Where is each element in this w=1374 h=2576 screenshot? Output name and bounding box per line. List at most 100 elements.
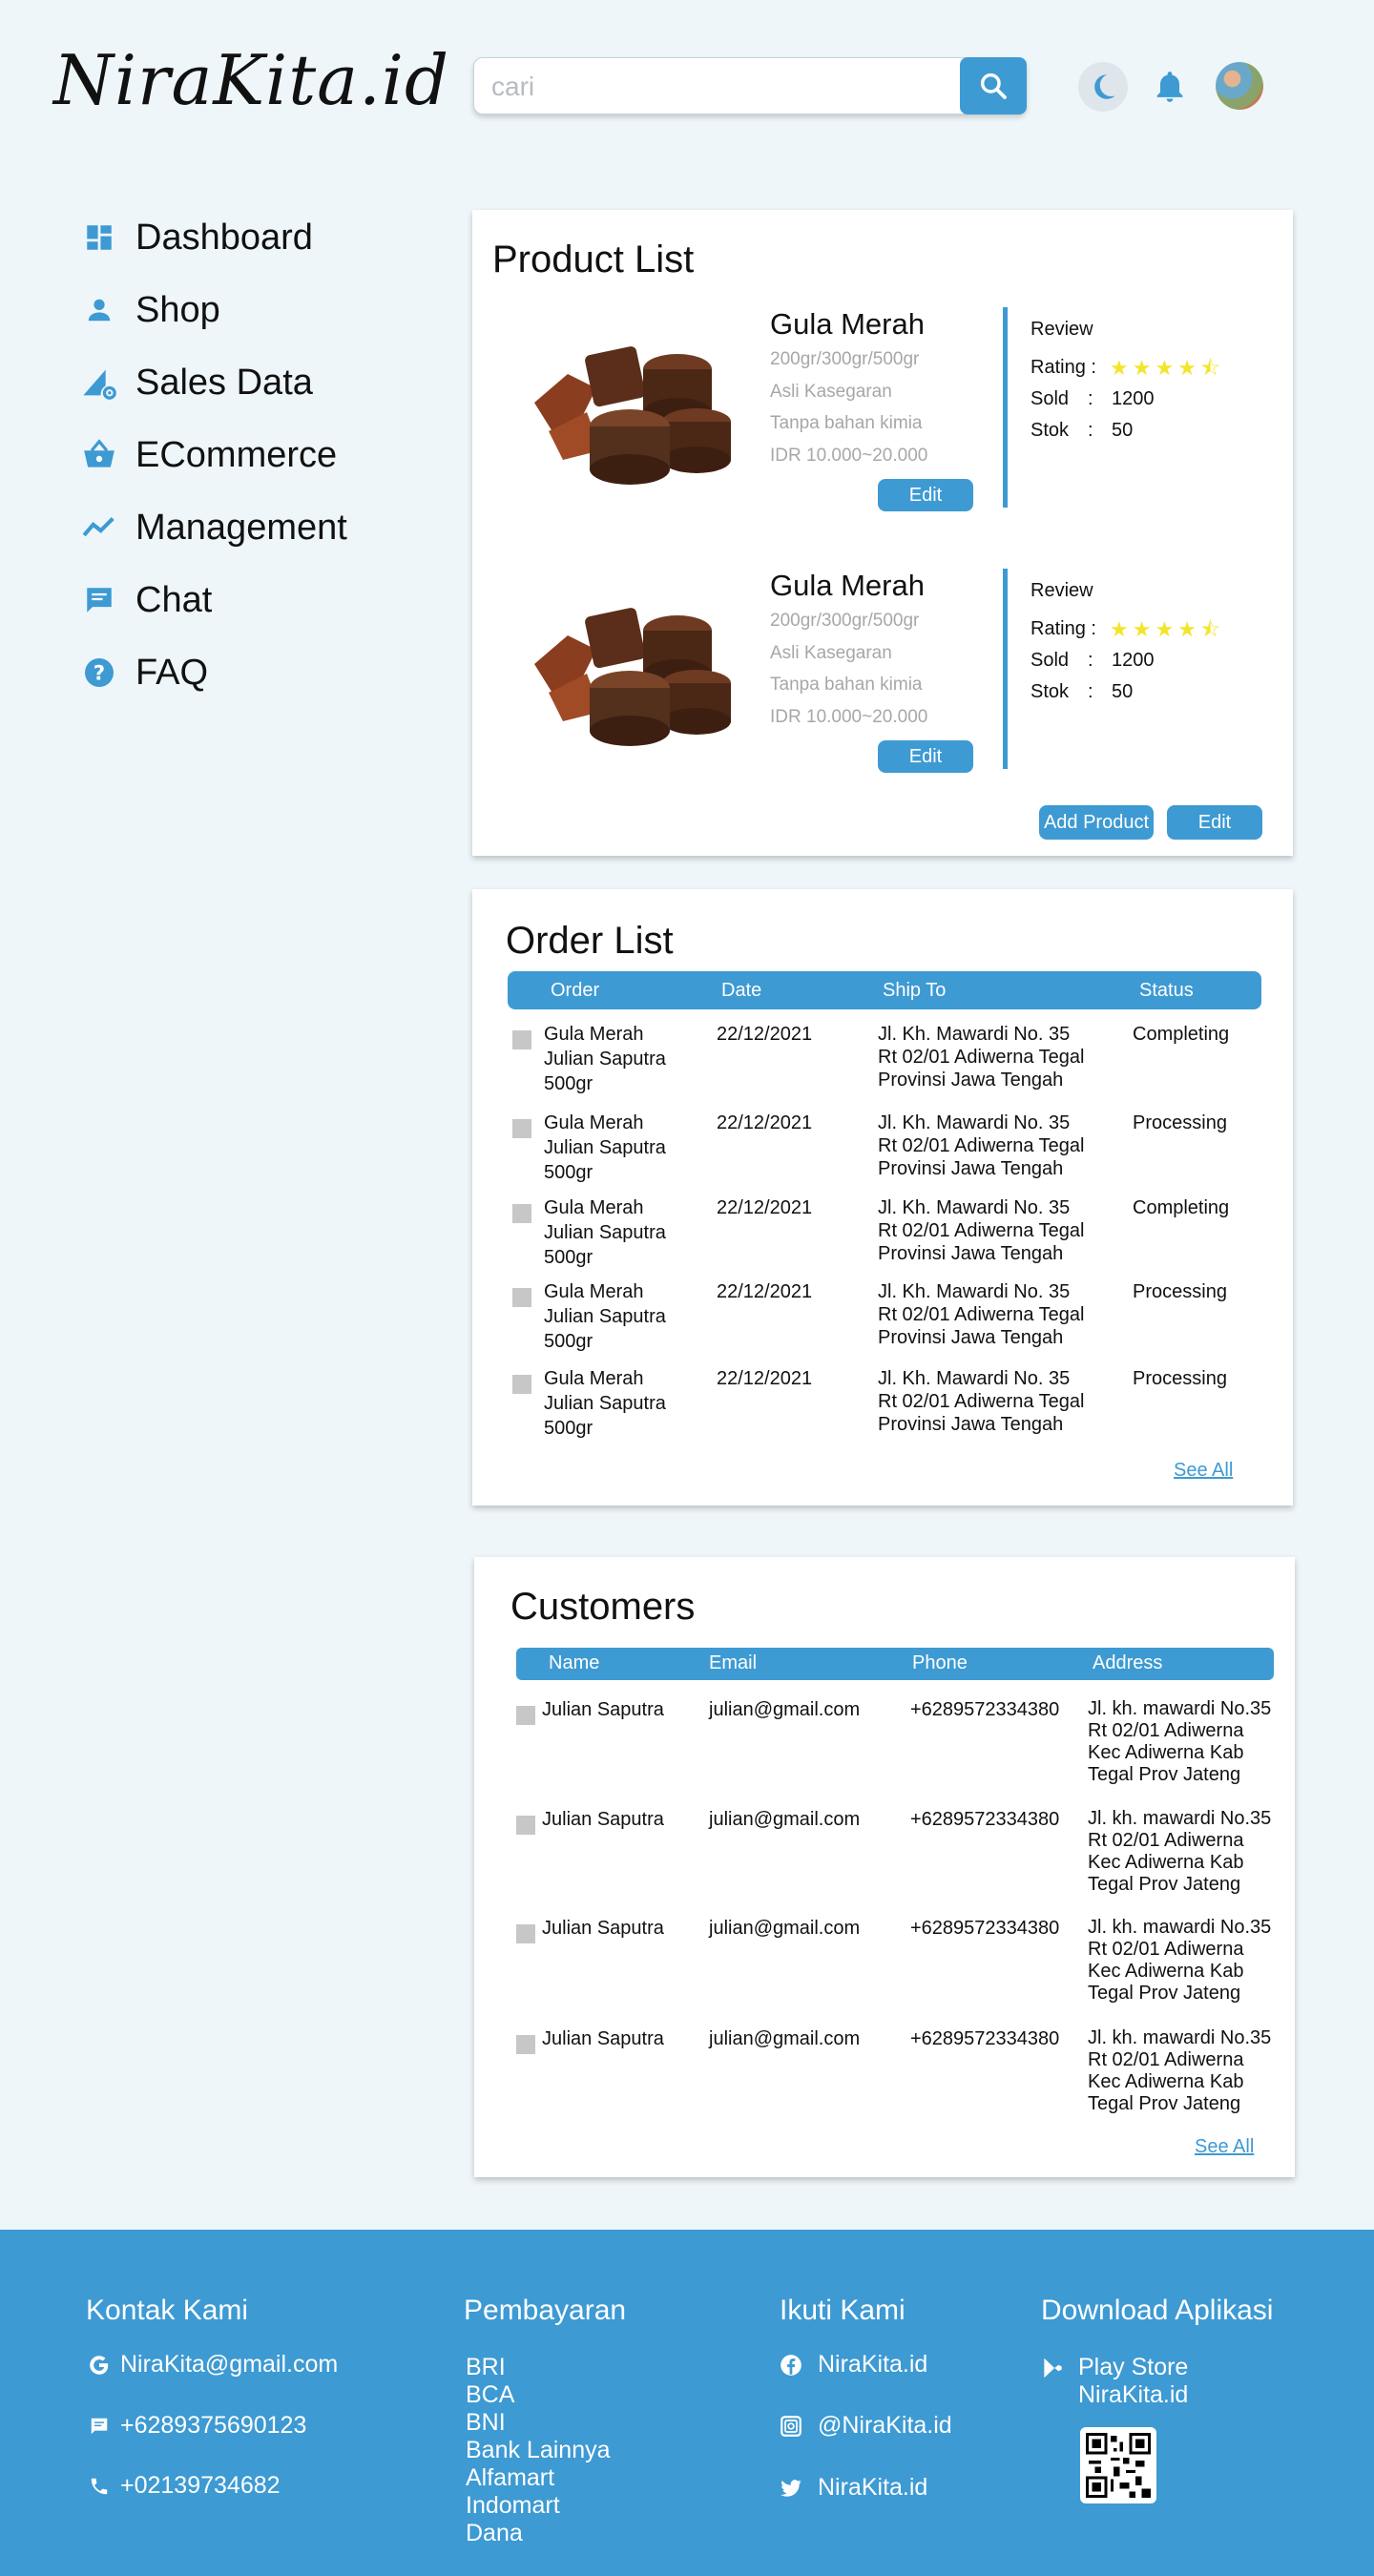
sidebar-item-dashboard[interactable]: Dashboard — [78, 216, 347, 260]
star-icon: ★ — [1155, 356, 1175, 380]
twitter-link[interactable]: NiraKita.id — [778, 2474, 927, 2502]
divider — [1003, 307, 1008, 508]
row-checkbox[interactable] — [512, 1288, 531, 1307]
sidebar-item-ecommerce[interactable]: ECommerce — [78, 433, 347, 477]
edit-product-button[interactable]: Edit — [878, 740, 973, 773]
see-all-customers-link[interactable]: See All — [1195, 2136, 1254, 2158]
column-header[interactable]: Phone — [912, 1652, 968, 1674]
facebook-handle: NiraKita.id — [818, 2351, 928, 2378]
dark-mode-toggle[interactable] — [1078, 62, 1128, 112]
table-row[interactable]: Julian Saputra julian@gmail.com +628957233… — [516, 1698, 1280, 1790]
rating-stars: ★ ★ ★ ★ ⯪ — [1110, 619, 1220, 640]
contact-phone-text: +02139734682 — [120, 2472, 281, 2499]
row-checkbox[interactable] — [512, 1204, 531, 1223]
order-ship-to: Jl. Kh. Mawardi No. 35 Rt 02/01 Adiwerna … — [878, 1023, 1084, 1091]
customer-email: julian@gmail.com — [709, 1918, 861, 1939]
table-row[interactable]: Julian Saputra julian@gmail.com +628957233… — [516, 2027, 1280, 2119]
chat-icon — [78, 579, 120, 621]
app-logo[interactable]: NiraKita.id — [53, 40, 449, 120]
table-row[interactable]: Julian Saputra julian@gmail.com +628957233… — [516, 1808, 1280, 1900]
column-header[interactable]: Date — [721, 980, 761, 1002]
product-description: Tanpa bahan kimia — [770, 413, 923, 433]
payment-heading: Pembayaran — [464, 2295, 627, 2326]
row-checkbox[interactable] — [512, 1030, 531, 1049]
table-row[interactable]: Julian Saputra julian@gmail.com +628957233… — [516, 1917, 1280, 2008]
search-input[interactable] — [491, 68, 949, 106]
ship-line: Jl. Kh. Mawardi No. 35 — [878, 1024, 1071, 1045]
table-row[interactable]: Gula Merah Julian Saputra 500gr 22/12/2021 J… — [512, 1280, 1266, 1357]
ship-line: Rt 02/01 Adiwerna Tegal — [878, 1304, 1085, 1325]
sold-value: 1200 — [1112, 650, 1155, 671]
row-checkbox[interactable] — [516, 1706, 535, 1725]
table-row[interactable]: Gula Merah Julian Saputra 500gr 22/12/2021 J… — [512, 1111, 1266, 1188]
row-checkbox[interactable] — [516, 1816, 535, 1835]
see-all-orders-link[interactable]: See All — [1174, 1460, 1233, 1482]
edit-product-button[interactable]: Edit — [878, 479, 973, 511]
bell-icon — [1156, 72, 1183, 102]
sidebar-item-shop[interactable]: Shop — [78, 288, 347, 332]
address-line: Jl. kh. mawardi No.35 — [1088, 2027, 1272, 2048]
avatar[interactable] — [1216, 62, 1263, 110]
payment-method: Dana — [466, 2520, 523, 2546]
qr-code — [1080, 2427, 1156, 2503]
order-date: 22/12/2021 — [717, 1368, 813, 1389]
table-row[interactable]: Gula Merah Julian Saputra 500gr 22/12/2021 J… — [512, 1023, 1266, 1099]
sidebar-item-management[interactable]: Management — [78, 506, 347, 550]
order-customer: Julian Saputra — [544, 1393, 666, 1414]
sidebar: Dashboard Shop Sales Data ECommerce Mana… — [78, 216, 347, 723]
product-list-title: Product List — [492, 239, 695, 280]
contact-sms[interactable]: +6289375690123 — [86, 2412, 306, 2440]
basket-icon — [78, 434, 120, 476]
ship-line: Jl. Kh. Mawardi No. 35 — [878, 1368, 1071, 1389]
contact-email[interactable]: NiraKita@gmail.com — [86, 2351, 338, 2379]
order-status: Processing — [1133, 1112, 1227, 1133]
column-header[interactable]: Address — [1093, 1652, 1162, 1674]
facebook-link[interactable]: NiraKita.id — [778, 2351, 927, 2379]
notification-button[interactable] — [1145, 62, 1195, 112]
address-line: Tegal Prov Jateng — [1088, 1983, 1241, 2004]
star-icon: ★ — [1132, 356, 1152, 380]
order-status: Processing — [1133, 1368, 1227, 1389]
edit-button[interactable]: Edit — [1167, 805, 1262, 840]
trend-line-icon — [78, 507, 120, 549]
row-checkbox[interactable] — [516, 1924, 535, 1943]
sidebar-item-chat[interactable]: Chat — [78, 578, 347, 622]
product-price: IDR 10.000~20.000 — [770, 446, 928, 466]
add-product-button[interactable]: Add Product — [1039, 805, 1154, 840]
order-weight: 500gr — [544, 1162, 593, 1183]
sidebar-item-faq[interactable]: ? FAQ — [78, 651, 347, 695]
facebook-icon — [778, 2352, 804, 2379]
ship-line: Provinsi Jawa Tengah — [878, 1070, 1064, 1091]
search-button[interactable] — [960, 57, 1027, 114]
address-line: Rt 02/01 Adiwerna — [1088, 1830, 1244, 1851]
row-checkbox[interactable] — [512, 1119, 531, 1138]
column-header[interactable]: Status — [1139, 980, 1194, 1002]
stock-separator: : — [1088, 420, 1093, 441]
customer-address: Jl. kh. mawardi No.35 Rt 02/01 Adiwerna Ke… — [1088, 1917, 1271, 2005]
table-row[interactable]: Gula Merah Julian Saputra 500gr 22/12/2021 J… — [512, 1196, 1266, 1273]
product-name: Gula Merah — [770, 569, 925, 602]
product-item: Gula Merah 200gr/300gr/500gr Asli Kasega… — [530, 307, 1274, 527]
column-header[interactable]: Email — [709, 1652, 757, 1674]
payment-method: BNI — [466, 2409, 506, 2436]
ship-line: Rt 02/01 Adiwerna Tegal — [878, 1047, 1085, 1068]
address-line: Jl. kh. mawardi No.35 — [1088, 1917, 1272, 1938]
payment-method: Alfamart — [466, 2464, 555, 2491]
row-checkbox[interactable] — [516, 2035, 535, 2054]
sidebar-item-sales-data[interactable]: Sales Data — [78, 361, 347, 405]
table-row[interactable]: Gula Merah Julian Saputra 500gr 22/12/2021 J… — [512, 1367, 1266, 1444]
column-header[interactable]: Ship To — [883, 980, 946, 1002]
customer-email: julian@gmail.com — [709, 1699, 861, 1720]
order-date: 22/12/2021 — [717, 1112, 813, 1133]
order-table-header: Order Date Ship To Status — [508, 971, 1261, 1009]
payment-method: Indomart — [466, 2492, 560, 2519]
order-product: Gula Merah — [544, 1281, 644, 1302]
order-weight: 500gr — [544, 1418, 593, 1439]
column-header[interactable]: Name — [549, 1652, 599, 1674]
customer-phone: +6289572334380 — [910, 1918, 1060, 1939]
row-checkbox[interactable] — [512, 1375, 531, 1394]
contact-phone[interactable]: +02139734682 — [86, 2472, 281, 2500]
instagram-link[interactable]: @NiraKita.id — [778, 2412, 952, 2440]
customers-card: Customers Name Email Phone Address Julia… — [474, 1557, 1295, 2177]
column-header[interactable]: Order — [551, 980, 599, 1002]
